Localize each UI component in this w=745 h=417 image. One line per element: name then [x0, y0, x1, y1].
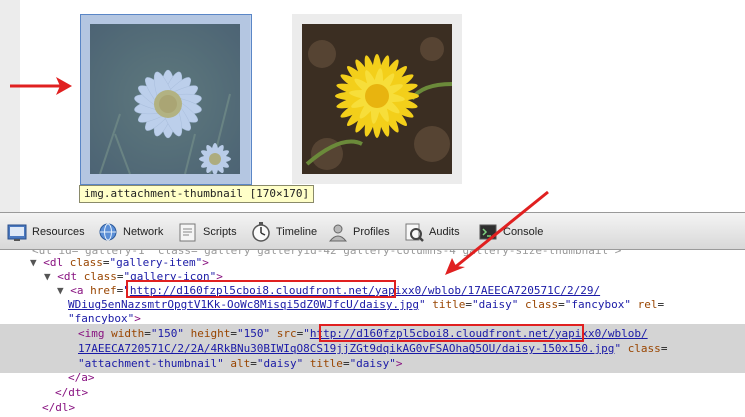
- href-host-annotation-box: [126, 280, 396, 298]
- attr-name: class: [524, 298, 559, 311]
- src-host-annotation-box: [319, 324, 584, 342]
- tab-timeline-label: Timeline: [276, 226, 318, 238]
- collapse-triangle-icon[interactable]: ▼: [44, 270, 57, 283]
- attr-value: "150": [237, 327, 271, 340]
- console-icon: [477, 221, 499, 243]
- dom-node-img-cont2: "attachment-thumbnail" alt="daisy" title…: [78, 357, 403, 370]
- tag-name: img: [84, 327, 105, 340]
- dom-node-img-cont: 17AEECA720571C/2/2A/4RkBNu30BIWIqO8CS19j…: [78, 342, 668, 355]
- profiles-icon: [327, 221, 349, 243]
- tab-network-label: Network: [123, 226, 164, 238]
- devtools-toolbar: Resources Network Scripts Timeline Profi…: [0, 212, 745, 250]
- tab-console[interactable]: Console: [477, 219, 543, 245]
- dom-close-dl[interactable]: </dl>: [42, 400, 75, 415]
- collapse-triangle-icon[interactable]: ▼: [57, 284, 70, 297]
- tab-audits-label: Audits: [429, 226, 460, 238]
- tab-network[interactable]: Network: [97, 219, 163, 245]
- tab-audits[interactable]: Audits: [403, 219, 460, 245]
- tab-console-label: Console: [503, 226, 544, 238]
- tab-profiles-label: Profiles: [353, 226, 390, 238]
- tab-resources-label: Resources: [32, 226, 85, 238]
- tab-scripts[interactable]: Scripts: [177, 219, 237, 245]
- left-gutter: [0, 0, 20, 212]
- attr-name: rel: [637, 298, 658, 311]
- attr-value: "gallery-item": [109, 256, 203, 269]
- attr-name: title: [309, 357, 343, 370]
- attr-value: "150": [150, 327, 184, 340]
- src-link-file[interactable]: 17AEECA720571C/2/2A/4RkBNu30BIWIqO8CS19j…: [78, 342, 614, 355]
- tag-name: dt: [63, 270, 78, 283]
- tag-name: dl: [49, 256, 64, 269]
- attr-name: alt: [230, 357, 251, 370]
- tag-name: a: [76, 284, 84, 297]
- timeline-icon: [250, 221, 272, 243]
- webpage-viewport: img.attachment-thumbnail [170×170]: [0, 0, 745, 212]
- dom-close-a[interactable]: </a>: [68, 370, 95, 385]
- attr-name: src: [276, 327, 297, 340]
- href-link-file[interactable]: WDiug5enNazsmtrOpgtV1Kk-OoWc8Misqi5dZ0WJ…: [68, 298, 419, 311]
- resources-icon: [6, 221, 28, 243]
- attr-name: height: [190, 327, 231, 340]
- attr-name: class: [627, 342, 661, 355]
- attr-value: "fancybox": [68, 312, 135, 325]
- attr-value: "attachment-thumbnail": [78, 357, 224, 370]
- element-size-tooltip: img.attachment-thumbnail [170×170]: [79, 185, 315, 203]
- attr-value: "daisy": [472, 298, 519, 311]
- attr-name: title: [432, 298, 466, 311]
- attr-name: class: [69, 256, 103, 269]
- tab-profiles[interactable]: Profiles: [327, 219, 390, 245]
- attr-name: class: [83, 270, 117, 283]
- inspected-element-highlight: [80, 14, 252, 185]
- gallery-item-dandelion[interactable]: [292, 14, 462, 184]
- tab-resources[interactable]: Resources: [6, 219, 85, 245]
- dom-node-dl[interactable]: ▼ <dl class="gallery-item">: [30, 255, 209, 270]
- href-link-path[interactable]: yapixx0/wblob/17AEECA720571C/2/29/: [375, 284, 600, 297]
- dom-node-a-cont: WDiug5enNazsmtrOpgtV1Kk-OoWc8Misqi5dZ0WJ…: [68, 298, 665, 311]
- collapse-triangle-icon[interactable]: ▼: [30, 256, 43, 269]
- attr-name: href: [90, 284, 117, 297]
- dandelion-thumbnail[interactable]: [302, 24, 452, 174]
- attr-value: "fancybox": [564, 298, 631, 311]
- attr-value: "daisy": [349, 357, 396, 370]
- dom-node-a-cont2: "fancybox">: [68, 312, 141, 325]
- attr-name: width: [111, 327, 145, 340]
- scripts-icon: [177, 221, 199, 243]
- attr-value: "daisy": [256, 357, 304, 370]
- network-icon: [97, 221, 119, 243]
- dom-close-dt[interactable]: </dt>: [55, 385, 88, 400]
- audits-icon: [403, 221, 425, 243]
- tab-timeline[interactable]: Timeline: [250, 219, 317, 245]
- tab-scripts-label: Scripts: [203, 226, 237, 238]
